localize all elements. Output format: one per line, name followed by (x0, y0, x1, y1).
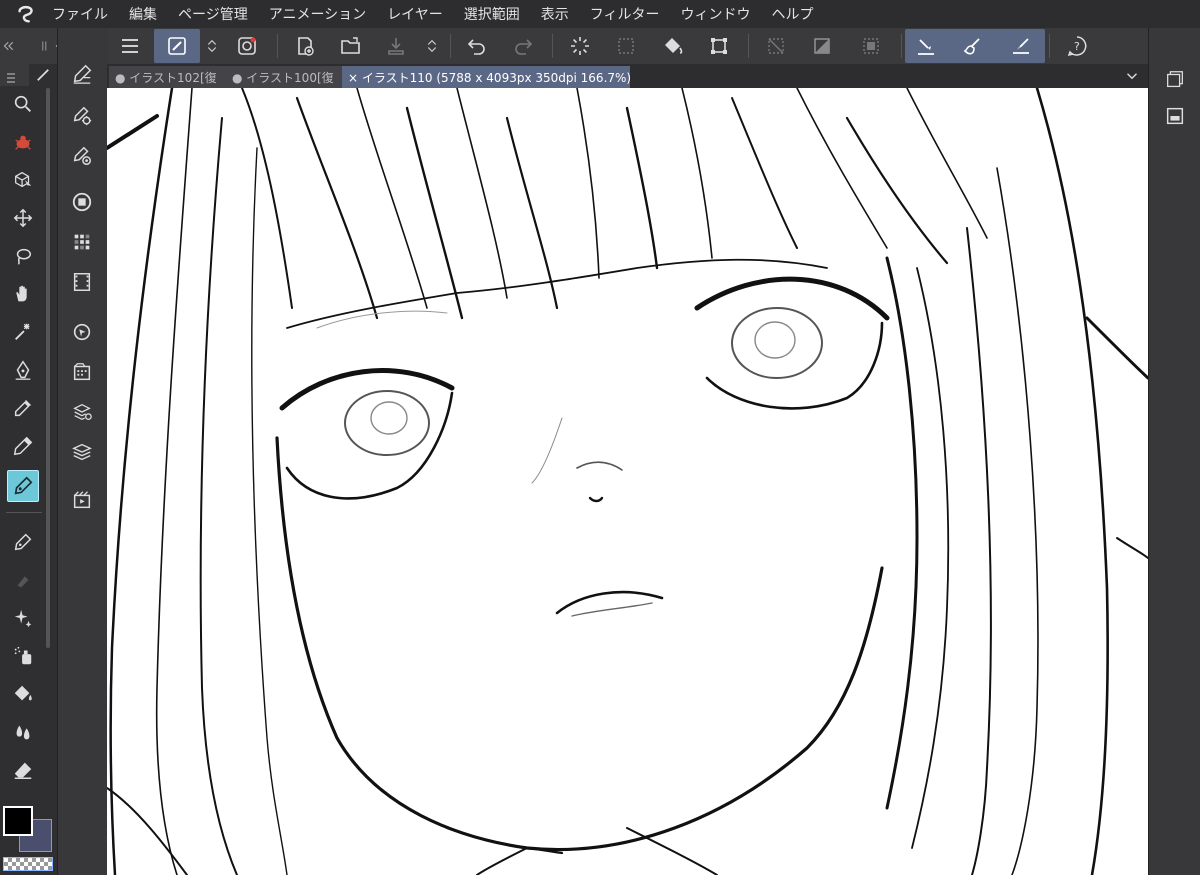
fill-icon[interactable] (7, 678, 39, 710)
brush-size-icon[interactable] (66, 140, 98, 172)
redo-icon[interactable] (505, 29, 541, 63)
mode-switch-icon[interactable] (203, 29, 221, 63)
fill-selection-icon[interactable] (853, 29, 889, 63)
menu-help[interactable]: ヘルプ (772, 4, 814, 24)
line-art-illustration (107, 88, 1148, 875)
right-panel-column (1148, 28, 1200, 875)
lasso-icon[interactable] (7, 240, 39, 272)
blur-icon[interactable] (7, 716, 39, 748)
menu-filter[interactable]: フィルター (590, 4, 660, 24)
sub-tool-detail-icon[interactable] (66, 100, 98, 132)
mode-toggle-icon[interactable] (154, 29, 200, 63)
layer-icon[interactable] (66, 436, 98, 468)
brush-settings-icon[interactable] (66, 58, 98, 90)
tool-tab-icon[interactable] (29, 64, 57, 86)
vector-pen-icon[interactable] (7, 470, 39, 502)
line-stroke-icon[interactable] (1003, 29, 1039, 63)
clear-layer-icon[interactable] (758, 29, 794, 63)
menu-edit[interactable]: 編集 (129, 4, 157, 24)
menu-window[interactable]: ウィンドウ (681, 4, 751, 24)
save-option-icon[interactable] (423, 29, 441, 63)
menu-selection[interactable]: 選択範囲 (464, 4, 520, 24)
navigator-icon[interactable] (66, 316, 98, 348)
tab-illust-100[interactable]: ● イラスト100[復 (226, 66, 344, 88)
tool-panel (0, 64, 57, 875)
layer-panel-icon[interactable] (1159, 64, 1191, 96)
eraser-icon[interactable] (7, 754, 39, 786)
sparkle-icon[interactable] (7, 602, 39, 634)
svg-text:?: ? (1074, 40, 1080, 53)
menu-layer[interactable]: レイヤー (387, 4, 443, 24)
color-circle-icon[interactable] (66, 186, 98, 218)
color-set-icon[interactable] (66, 226, 98, 258)
menu-page[interactable]: ページ管理 (178, 4, 248, 24)
hamburger-menu-icon[interactable] (112, 29, 148, 63)
pencil-icon[interactable] (7, 430, 39, 462)
animation-icon[interactable] (66, 266, 98, 298)
help-icon[interactable]: ? (1059, 29, 1095, 63)
tab-list-chevron-icon[interactable] (1123, 67, 1141, 85)
fill-bucket-icon[interactable] (655, 29, 691, 63)
document-tab-bar: ● イラスト102[復 ● イラスト100[復 × イラスト110 (5788 … (107, 64, 1148, 88)
spray-icon[interactable] (7, 640, 39, 672)
open-folder-icon[interactable] (333, 29, 369, 63)
undo-icon[interactable] (459, 29, 495, 63)
crop-selection-icon[interactable] (608, 29, 644, 63)
image-panel-icon[interactable] (1159, 100, 1191, 132)
brush-stroke-icon[interactable] (955, 29, 991, 63)
new-canvas-icon[interactable] (287, 29, 323, 63)
pen-icon[interactable] (7, 354, 39, 386)
save-icon[interactable] (378, 29, 414, 63)
magic-wand-icon[interactable] (7, 316, 39, 348)
clear-outside-icon[interactable] (804, 29, 840, 63)
hand-icon[interactable] (7, 278, 39, 310)
drawing-canvas[interactable] (107, 88, 1148, 875)
tab-illust-102[interactable]: ● イラスト102[復 (109, 66, 227, 88)
eyedropper-icon[interactable] (7, 392, 39, 424)
material-icon[interactable] (66, 356, 98, 388)
object-icon[interactable] (7, 126, 39, 158)
main-color-swatch[interactable] (3, 806, 33, 836)
menu-animation[interactable]: アニメーション (269, 4, 366, 24)
transparent-color-swatch[interactable] (3, 857, 53, 871)
app-logo-icon[interactable] (0, 3, 52, 25)
blend-icon[interactable] (7, 564, 39, 596)
collapse-left-icon[interactable] (0, 29, 18, 63)
timeline-icon[interactable] (66, 484, 98, 516)
menu-bar: ファイル 編集 ページ管理 アニメーション レイヤー 選択範囲 表示 フィルター… (0, 0, 1200, 28)
menu-file[interactable]: ファイル (52, 4, 108, 24)
move-icon[interactable] (7, 202, 39, 234)
sub-panel-column (57, 28, 108, 875)
tab-illust-110[interactable]: × イラスト110 (5788 x 4093px 350dpi 166.7%) (342, 66, 630, 88)
layer-property-icon[interactable] (66, 396, 98, 428)
transform-icon[interactable] (701, 29, 737, 63)
menu-view[interactable]: 表示 (541, 4, 569, 24)
operation-icon[interactable] (7, 164, 39, 196)
deselect-icon[interactable] (562, 29, 598, 63)
command-bar: ? (0, 28, 1200, 65)
marker-icon[interactable] (7, 526, 39, 558)
companion-icon[interactable] (229, 29, 265, 63)
pen-stroke-icon[interactable] (908, 29, 944, 63)
zoom-icon[interactable] (7, 88, 39, 120)
panel-menu-icon[interactable] (6, 69, 16, 83)
